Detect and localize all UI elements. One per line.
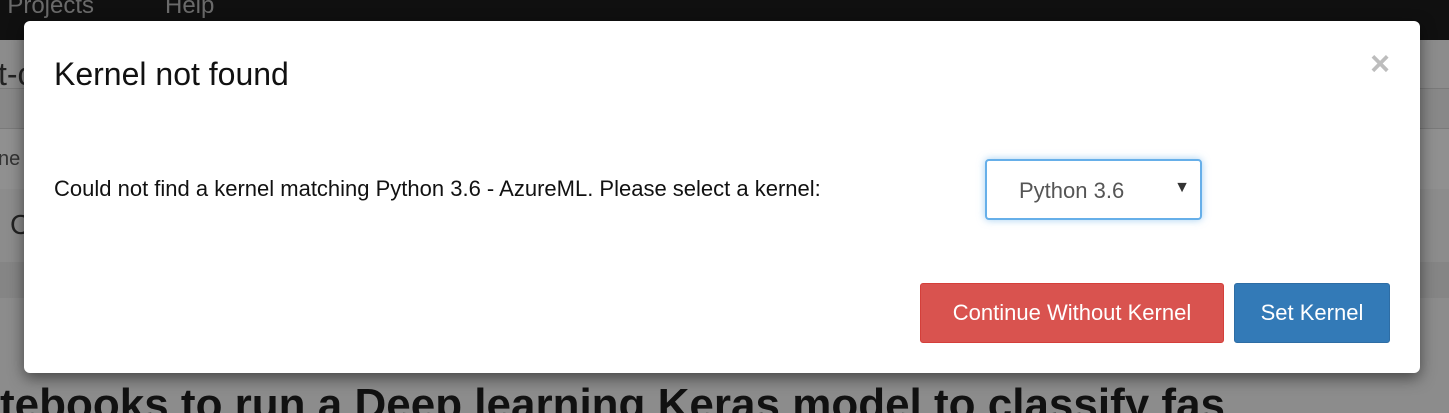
nav-item-help[interactable]: Help — [165, 0, 214, 20]
background-menu-fragment: ne — [0, 148, 21, 170]
dialog-message: Could not find a kernel matching Python … — [54, 176, 821, 201]
page: / Projects Help t-c ne C tebooks to run … — [0, 0, 1449, 413]
set-kernel-button[interactable]: Set Kernel — [1234, 283, 1390, 343]
continue-without-kernel-button[interactable]: Continue Without Kernel — [920, 283, 1224, 343]
background-notebook-heading: tebooks to run a Deep learning Keras mod… — [0, 380, 1226, 413]
kernel-not-found-dialog: Kernel not found × Could not find a kern… — [24, 21, 1420, 373]
close-icon[interactable]: × — [1370, 47, 1390, 81]
kernel-select-value: Python 3.6 — [1019, 178, 1125, 203]
nav-item-projects[interactable]: / Projects — [0, 0, 94, 20]
dialog-title: Kernel not found — [54, 56, 289, 92]
chevron-down-icon: ▼ — [1174, 179, 1190, 196]
kernel-select[interactable]: Python 3.6 ▼ — [985, 159, 1202, 220]
